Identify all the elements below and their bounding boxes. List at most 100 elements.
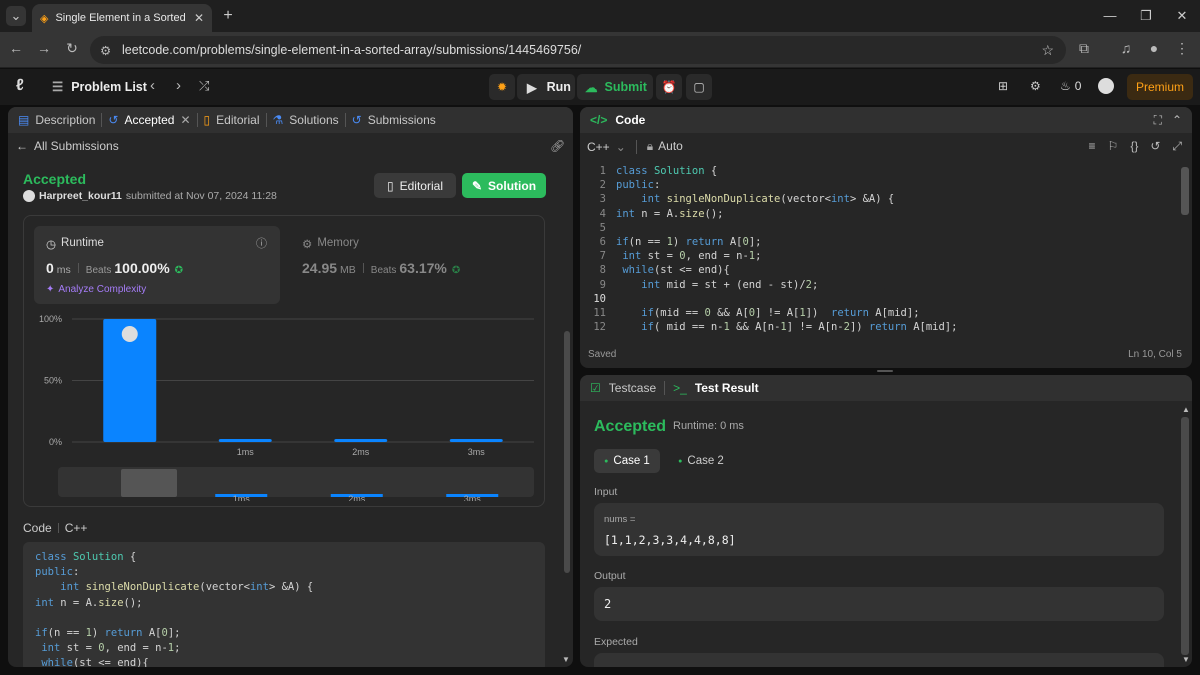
scroll-down-icon[interactable]: ▼ <box>1182 655 1190 664</box>
profile-icon[interactable]: ● <box>1144 40 1164 56</box>
avatar[interactable] <box>1098 78 1114 94</box>
result-scrollbar[interactable] <box>1181 417 1189 655</box>
divider <box>57 523 59 533</box>
mode-label: Auto <box>658 139 683 153</box>
browser-menu-icon[interactable]: ⋮ <box>1172 40 1192 57</box>
close-tab-icon[interactable]: ✕ <box>194 11 204 25</box>
maximize-icon[interactable]: ⛶ <box>1154 113 1162 128</box>
submitted-time: submitted at Nov 07, 2024 11:28 <box>125 190 277 202</box>
user-avatar[interactable] <box>23 190 35 202</box>
divider <box>362 263 364 273</box>
tab-submissions[interactable]: Submissions <box>368 113 436 127</box>
left-scrollbar[interactable] <box>564 331 570 573</box>
code-line: int st = 0, end = n-1; <box>41 642 181 655</box>
tab-testcase[interactable]: Testcase <box>609 381 656 395</box>
reset-icon[interactable]: ↺ <box>1150 139 1160 154</box>
leetcode-logo-icon[interactable]: ℓ <box>16 77 24 95</box>
y-tick-label: 0% <box>49 437 62 447</box>
browser-tab[interactable]: ◈ Single Element in a Sorted Arra ✕ <box>32 4 212 32</box>
code-line: 3 int singleNonDuplicate(vector<int> &A)… <box>599 193 895 206</box>
forward-icon[interactable]: → <box>34 40 54 56</box>
tab-search-icon[interactable]: ⌄ <box>6 6 26 26</box>
case-1-tab[interactable]: ● Case 1 <box>594 449 660 473</box>
maximize-icon[interactable]: ❐ <box>1136 6 1156 26</box>
close-tab-icon[interactable]: ✕ <box>180 113 190 127</box>
submission-status: Accepted <box>23 171 87 187</box>
username[interactable]: Harpreet_kour11 <box>39 190 122 202</box>
mode-select[interactable]: 🔒︎ Auto <box>647 139 683 154</box>
bookmark-star-icon[interactable]: ☆ <box>1041 42 1054 59</box>
output-value: 2 <box>604 597 612 611</box>
beats-badge-icon: ✪ <box>174 265 184 276</box>
editorial-button[interactable]: ▯ Editorial <box>374 173 456 198</box>
code-line: public: <box>35 566 80 579</box>
runtime-distribution-chart: 100% 50% 0% 1ms 2ms 3ms 1ms 2ms 3ms <box>39 314 534 501</box>
prev-problem-icon[interactable]: ‹ <box>150 77 155 94</box>
leetcode-favicon-icon: ◈ <box>40 12 49 25</box>
all-submissions-link[interactable]: ← All Submissions <box>16 139 119 153</box>
code-preview[interactable]: class Solution { public: int singleNonDu… <box>23 542 545 667</box>
code-line: 12 if( mid == n-1 && A[n-1] != A[n-2]) r… <box>593 321 958 334</box>
tab-editorial[interactable]: Editorial <box>216 113 259 127</box>
debug-button[interactable]: ✹ <box>489 74 515 100</box>
extensions-icon[interactable]: ⧉ <box>1074 40 1094 57</box>
reload-icon[interactable]: ↻ <box>62 40 82 57</box>
back-icon[interactable]: ← <box>6 40 26 56</box>
code-line: int n = A.size(); <box>35 596 143 609</box>
memory-row: 24.95 MB Beats 63.17% ✪ <box>302 260 460 276</box>
code-editor[interactable]: 1 class Solution { 2 public: 3 int singleN… <box>590 164 1170 334</box>
overview-tick-label: 1ms <box>233 494 251 501</box>
runtime-card[interactable]: ◷ Runtime ⓘ 0 ms Beats 100.00% ✪ ✦ Analy… <box>34 226 280 304</box>
case-1-label: Case 1 <box>613 455 650 467</box>
tab-test-result[interactable]: Test Result <box>695 381 759 395</box>
site-info-icon[interactable]: ⚙ <box>100 43 111 58</box>
list-icon: ☰ <box>52 80 64 94</box>
pass-dot-icon: ● <box>678 457 683 465</box>
scroll-down-icon[interactable]: ▼ <box>562 655 570 664</box>
close-window-icon[interactable]: ✕ <box>1172 6 1192 26</box>
collapse-icon[interactable]: ⌃ <box>1172 113 1182 127</box>
memory-card[interactable]: ⚙ Memory 24.95 MB Beats 63.17% ✪ <box>290 226 536 304</box>
x-tick-label: 1ms <box>237 447 255 457</box>
timer-icon[interactable]: ⏰ <box>656 74 682 100</box>
analyze-complexity-link[interactable]: ✦ Analyze Complexity <box>46 284 146 295</box>
resize-handle[interactable] <box>877 370 893 372</box>
solution-button[interactable]: ✎ Solution <box>462 173 546 198</box>
run-button[interactable]: ▶ Run <box>517 74 575 100</box>
info-icon[interactable]: ⓘ <box>256 235 267 251</box>
chip-icon: ⚙ <box>302 239 313 251</box>
output-box: 2 <box>594 587 1164 621</box>
case-2-tab[interactable]: ● Case 2 <box>668 449 734 473</box>
streak-counter[interactable]: ♨ 0 <box>1060 79 1081 93</box>
settings-gear-icon[interactable]: ⚙ <box>1030 79 1041 93</box>
result-status: Accepted <box>594 418 667 435</box>
link-icon[interactable]: 🔗︎ <box>550 139 565 153</box>
notes-icon[interactable]: ▢ <box>686 74 712 100</box>
beats-badge-icon: ✪ <box>451 265 461 276</box>
format-icon[interactable]: ≡ <box>1089 139 1096 154</box>
x-tick-label: 2ms <box>352 447 370 457</box>
input-value: [1,1,2,3,3,4,4,8,8] <box>604 533 736 547</box>
premium-button[interactable]: Premium <box>1127 74 1193 100</box>
editor-scrollbar[interactable] <box>1181 167 1189 215</box>
url-field[interactable]: ⚙ leetcode.com/problems/single-element-i… <box>90 36 1066 64</box>
shuffle-icon[interactable]: ⤮ <box>199 78 209 94</box>
tab-accepted[interactable]: Accepted <box>124 113 174 127</box>
next-problem-icon[interactable]: › <box>176 77 181 94</box>
code-line: 5 <box>599 221 606 234</box>
problem-list-button[interactable]: ☰ Problem List <box>52 79 147 95</box>
tab-solutions[interactable]: Solutions <box>289 113 338 127</box>
minimize-icon[interactable]: — <box>1100 6 1120 26</box>
new-tab-icon[interactable]: + <box>218 6 238 26</box>
bookmark-icon[interactable]: ⚐ <box>1108 139 1119 154</box>
fire-icon: ♨ <box>1060 79 1071 93</box>
media-icon[interactable]: ♫ <box>1116 40 1136 56</box>
scroll-up-icon[interactable]: ▲ <box>1182 405 1190 414</box>
language-select[interactable]: C++ ⌄ <box>587 140 626 154</box>
braces-icon[interactable]: {} <box>1130 139 1138 154</box>
tab-title: Single Element in a Sorted Arra <box>55 12 186 24</box>
layout-icon[interactable]: ⊞ <box>998 79 1008 93</box>
submit-button[interactable]: ☁ Submit <box>577 74 653 100</box>
expand-icon[interactable]: ⤢ <box>1172 139 1182 154</box>
tab-description[interactable]: Description <box>35 113 95 127</box>
